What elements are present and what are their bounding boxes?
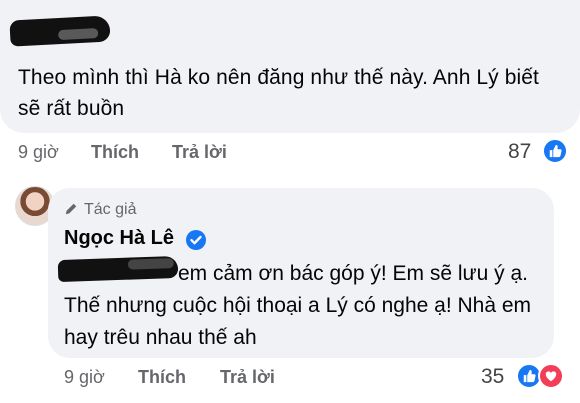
redacted-mention bbox=[57, 255, 179, 283]
verified-badge-icon bbox=[185, 229, 207, 251]
reaction-count[interactable]: 35 bbox=[481, 365, 504, 389]
comment-text: Theo mình thì Hà ko nên đăng như thế này… bbox=[18, 66, 539, 120]
like-icon[interactable] bbox=[542, 138, 568, 164]
redacted-author-name bbox=[9, 15, 111, 47]
like-button[interactable]: Thích bbox=[138, 367, 186, 388]
reply-button[interactable]: Trả lời bbox=[172, 142, 227, 163]
author-badge: Tác giả bbox=[64, 201, 136, 221]
like-button[interactable]: Thích bbox=[91, 142, 139, 163]
reaction-count[interactable]: 87 bbox=[508, 140, 531, 164]
author-tag-label: Tác giả bbox=[84, 201, 137, 218]
love-icon[interactable] bbox=[538, 363, 564, 389]
comment-time[interactable]: 9 giờ bbox=[64, 367, 105, 388]
reply-button[interactable]: Trả lời bbox=[220, 367, 275, 388]
pen-icon bbox=[64, 202, 78, 221]
author-name[interactable]: Ngọc Hà Lê bbox=[64, 227, 174, 250]
comment-time[interactable]: 9 giờ bbox=[18, 142, 59, 163]
